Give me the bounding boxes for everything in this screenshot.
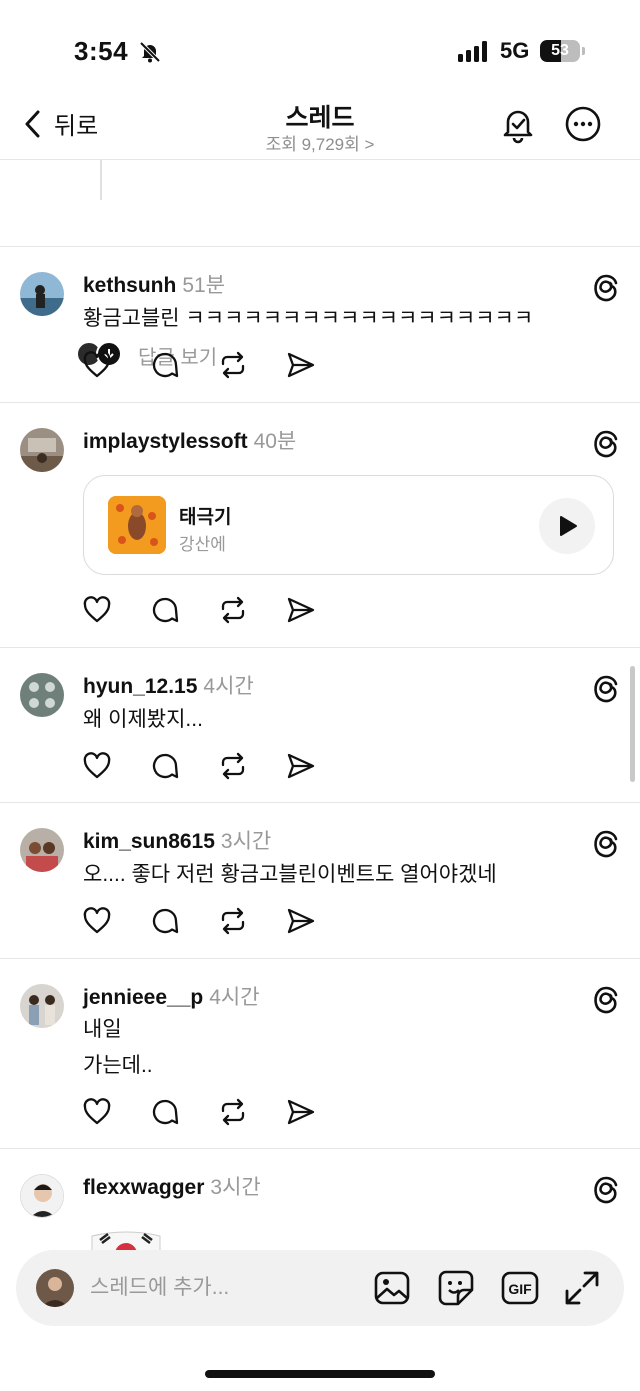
post-time: 4시간	[209, 986, 260, 1009]
threads-logo-icon[interactable]	[592, 829, 620, 859]
gif-icon[interactable]: GIF	[500, 1268, 540, 1308]
post-time: 40분	[253, 430, 297, 453]
page-title: 스레드	[285, 104, 355, 132]
post: kim_sun8615 3시간 오.... 좋다 저런 황금고블린이벤트도 열어야…	[0, 803, 640, 959]
signal-icon	[458, 40, 487, 62]
username[interactable]: jennieee__p	[83, 986, 203, 1009]
avatar[interactable]	[20, 828, 64, 872]
post-text-line: 가는데..	[83, 1054, 153, 1077]
comment-icon[interactable]	[150, 906, 180, 936]
track-title: 태극기	[179, 507, 232, 528]
play-icon	[560, 516, 577, 536]
username[interactable]: implaystylessoft	[83, 430, 248, 453]
gif-label: GIF	[508, 1281, 532, 1297]
repost-icon[interactable]	[218, 1097, 248, 1127]
repost-icon[interactable]	[218, 906, 248, 936]
avatar[interactable]	[20, 1174, 64, 1218]
view-count[interactable]: 조회 9,729회 >	[0, 130, 640, 155]
share-icon[interactable]	[286, 1097, 316, 1127]
username[interactable]: flexxwagger	[83, 1176, 204, 1199]
reply-input[interactable]	[90, 1272, 350, 1304]
post: hyun_12.15 4시간 왜 이제봤지...	[0, 648, 640, 803]
heart-icon[interactable]	[82, 751, 112, 781]
heart-icon[interactable]	[82, 906, 112, 936]
music-attachment[interactable]: 태극기 강산에	[83, 475, 614, 575]
heart-icon[interactable]	[82, 1097, 112, 1127]
username[interactable]: kim_sun8615	[83, 830, 215, 853]
threads-logo-icon[interactable]	[592, 273, 620, 303]
share-icon[interactable]	[286, 751, 316, 781]
more-icon[interactable]	[563, 104, 603, 144]
comment-icon[interactable]	[150, 751, 180, 781]
share-icon[interactable]	[286, 350, 316, 380]
post-text-line: 오.... 좋다 저런 황금고블린이벤트도 열어야겠네	[83, 863, 497, 886]
comment-icon[interactable]	[150, 595, 180, 625]
thread-line	[100, 160, 102, 200]
username[interactable]: kethsunh	[83, 274, 176, 297]
post: kethsunh 51분 황금고블린 ㅋㅋㅋㅋㅋㅋㅋㅋㅋㅋㅋㅋㅋㅋㅋㅋㅋㅋ	[0, 247, 640, 403]
image-icon[interactable]	[372, 1268, 412, 1308]
notification-bell-icon[interactable]	[498, 104, 538, 144]
network-type: 5G	[500, 38, 530, 63]
threads-logo-icon[interactable]	[592, 674, 620, 704]
threads-logo-icon[interactable]	[592, 1175, 620, 1205]
top-nav: 뒤로 스레드 조회 9,729회 >	[0, 90, 640, 160]
share-icon[interactable]	[286, 906, 316, 936]
post-text-line: 황금고블린 ㅋㅋㅋㅋㅋㅋㅋㅋㅋㅋㅋㅋㅋㅋㅋㅋㅋㅋ	[83, 307, 534, 330]
battery-icon: 53	[540, 40, 580, 62]
repost-icon[interactable]	[218, 751, 248, 781]
avatar[interactable]	[20, 272, 64, 316]
expand-icon[interactable]	[562, 1268, 602, 1308]
heart-icon[interactable]	[82, 595, 112, 625]
post-time: 4시간	[203, 675, 254, 698]
album-cover	[108, 496, 166, 554]
avatar[interactable]	[20, 673, 64, 717]
play-button[interactable]	[539, 498, 595, 554]
post-text-line: 내일	[83, 1018, 122, 1041]
status-bar: 3:54 5G 53	[0, 0, 640, 100]
muted-bell-icon	[139, 41, 161, 63]
sticker-icon[interactable]	[436, 1268, 476, 1308]
comment-icon[interactable]	[150, 350, 180, 380]
username[interactable]: hyun_12.15	[83, 675, 197, 698]
track-artist: 강산에	[179, 535, 226, 554]
post-text-line: 왜 이제봤지...	[83, 708, 203, 731]
avatar[interactable]	[20, 428, 64, 472]
comment-icon[interactable]	[150, 1097, 180, 1127]
post: implaystylessoft 40분 태극기 강산에	[0, 403, 640, 648]
post-time: 51분	[182, 274, 226, 297]
avatar	[36, 1269, 74, 1307]
battery-level: 53	[551, 42, 569, 59]
threads-logo-icon[interactable]	[592, 429, 620, 459]
home-indicator	[205, 1370, 435, 1378]
post-time: 3시간	[210, 1176, 261, 1199]
repost-icon[interactable]	[218, 350, 248, 380]
repost-icon[interactable]	[218, 595, 248, 625]
avatar[interactable]	[20, 984, 64, 1028]
heart-icon[interactable]	[82, 350, 112, 380]
threads-logo-icon[interactable]	[592, 985, 620, 1015]
reply-composer: GIF	[16, 1250, 624, 1326]
post-time: 3시간	[220, 830, 272, 853]
share-icon[interactable]	[286, 595, 316, 625]
status-time: 3:54	[74, 36, 129, 66]
scrollbar[interactable]	[630, 666, 635, 782]
post: jennieee__p 4시간 내일 가는데..	[0, 959, 640, 1149]
